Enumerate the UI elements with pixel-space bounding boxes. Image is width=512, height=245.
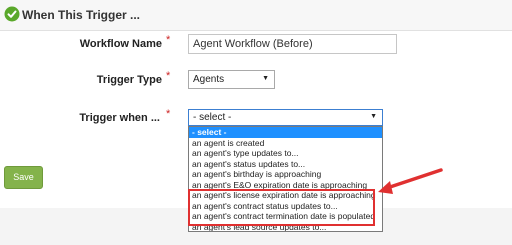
red-arrow-icon: [378, 168, 443, 194]
save-button[interactable]: Save: [4, 166, 43, 189]
